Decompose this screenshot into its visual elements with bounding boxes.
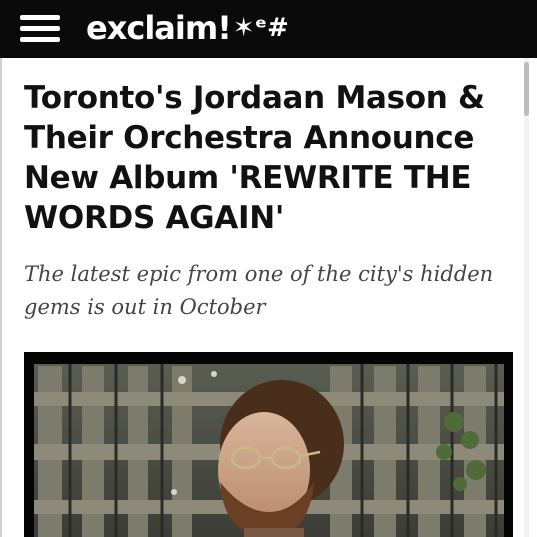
- site-header: exclaim! ✶ᵉ#: [0, 0, 537, 58]
- article-headline: Toronto's Jordaan Mason & Their Orchestr…: [24, 80, 485, 236]
- page: exclaim! ✶ᵉ# Toronto's Jordaan Mason & Th…: [0, 0, 537, 537]
- menu-bar-top: [20, 15, 60, 20]
- menu-bar-middle: [20, 26, 60, 31]
- scrollbar-track[interactable]: [524, 58, 529, 537]
- site-logo-text: exclaim!: [86, 9, 232, 47]
- page-edge: [0, 58, 2, 537]
- hero-photo-illustration: [24, 352, 513, 537]
- site-logo-glyphs: ✶ᵉ#: [232, 13, 289, 43]
- scrollbar-thumb[interactable]: [524, 62, 529, 116]
- hamburger-menu-icon[interactable]: [20, 13, 60, 45]
- menu-bar-bottom: [20, 37, 60, 42]
- site-logo[interactable]: exclaim! ✶ᵉ#: [86, 6, 289, 50]
- article-subtitle: The latest epic from one of the city's h…: [24, 262, 494, 319]
- article-hero-image[interactable]: [24, 352, 513, 537]
